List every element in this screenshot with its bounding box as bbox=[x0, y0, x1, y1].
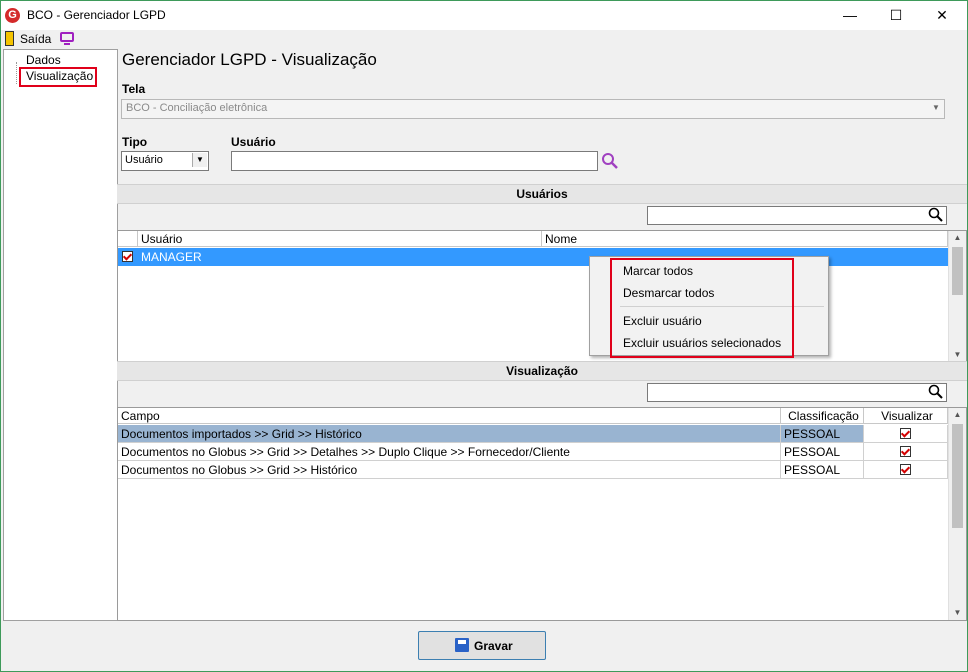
row-campo-cell[interactable]: Documentos no Globus >> Grid >> Detalhes… bbox=[118, 443, 781, 461]
close-button[interactable]: ✕ bbox=[919, 1, 965, 30]
row-checkbox[interactable] bbox=[122, 251, 133, 262]
tree-connector bbox=[16, 62, 18, 84]
row-classificacao-cell[interactable]: PESSOAL bbox=[781, 461, 864, 479]
row-visualizar-cell[interactable] bbox=[864, 461, 948, 479]
tipo-label: Tipo bbox=[122, 135, 148, 149]
scroll-thumb[interactable] bbox=[952, 424, 963, 528]
tipo-select-value: Usuário bbox=[125, 154, 163, 166]
search-icon[interactable] bbox=[601, 152, 619, 170]
search-icon[interactable] bbox=[928, 207, 944, 223]
row-checkbox[interactable] bbox=[900, 464, 911, 475]
usuario-input[interactable] bbox=[231, 151, 598, 171]
view-grid-header-campo[interactable]: Campo bbox=[118, 408, 781, 424]
row-visualizar-cell[interactable] bbox=[864, 443, 948, 461]
users-section-header: Usuários bbox=[117, 184, 967, 204]
tela-select[interactable]: BCO - Conciliação eletrônica ▼ bbox=[121, 99, 945, 119]
exit-door-icon[interactable] bbox=[5, 31, 14, 46]
scroll-up-icon[interactable]: ▲ bbox=[949, 408, 966, 422]
tela-select-value: BCO - Conciliação eletrônica bbox=[126, 102, 268, 114]
view-grid-header-classificacao[interactable]: Classificação bbox=[781, 408, 864, 424]
scroll-thumb[interactable] bbox=[952, 247, 963, 295]
users-grid-header-check bbox=[118, 231, 138, 247]
floppy-disk-icon bbox=[455, 638, 469, 652]
users-grid: Usuário Nome MANAGER ▲ ▼ bbox=[117, 230, 967, 363]
tipo-select[interactable]: Usuário ▼ bbox=[121, 151, 209, 171]
title-bar: G BCO - Gerenciador LGPD — ☐ ✕ bbox=[1, 1, 967, 30]
view-grid: Campo Classificação Visualizar Documento… bbox=[117, 407, 967, 621]
row-usuario-cell[interactable]: MANAGER bbox=[138, 248, 542, 266]
tela-label: Tela bbox=[122, 82, 146, 96]
window-title: BCO - Gerenciador LGPD bbox=[27, 8, 166, 22]
row-checkbox[interactable] bbox=[900, 446, 911, 457]
app-window: G BCO - Gerenciador LGPD — ☐ ✕ Saída Dad… bbox=[0, 0, 968, 672]
exit-button[interactable]: Saída bbox=[20, 32, 51, 46]
search-icon[interactable] bbox=[928, 384, 944, 400]
context-menu-highlight bbox=[610, 258, 794, 358]
view-grid-row[interactable]: Documentos no Globus >> Grid >> Históric… bbox=[118, 461, 948, 479]
view-search-input[interactable] bbox=[647, 383, 947, 402]
monitor-icon[interactable] bbox=[60, 32, 74, 42]
minimize-button[interactable]: — bbox=[827, 1, 873, 30]
view-section-header: Visualização bbox=[117, 361, 967, 381]
row-classificacao-cell[interactable]: PESSOAL bbox=[781, 443, 864, 461]
tree-item-dados[interactable]: Dados bbox=[26, 53, 61, 67]
view-grid-header-visualizar[interactable]: Visualizar bbox=[864, 408, 948, 424]
row-check-cell[interactable] bbox=[118, 248, 138, 266]
scroll-down-icon[interactable]: ▼ bbox=[949, 606, 966, 620]
users-grid-scrollbar[interactable]: ▲ ▼ bbox=[948, 231, 966, 362]
maximize-button[interactable]: ☐ bbox=[873, 1, 919, 30]
chevron-down-icon[interactable]: ▼ bbox=[929, 101, 943, 115]
users-grid-header-usuario[interactable]: Usuário bbox=[138, 231, 542, 247]
users-grid-header-nome[interactable]: Nome bbox=[542, 231, 948, 247]
toolbar: Saída bbox=[1, 30, 967, 48]
usuario-label: Usuário bbox=[231, 135, 276, 149]
row-campo-cell[interactable]: Documentos no Globus >> Grid >> Históric… bbox=[118, 461, 781, 479]
app-logo-icon: G bbox=[5, 8, 20, 23]
view-grid-row[interactable]: Documentos importados >> Grid >> Históri… bbox=[118, 425, 948, 443]
row-classificacao-cell[interactable]: PESSOAL bbox=[781, 425, 864, 443]
view-grid-row[interactable]: Documentos no Globus >> Grid >> Detalhes… bbox=[118, 443, 948, 461]
scroll-down-icon[interactable]: ▼ bbox=[949, 348, 966, 362]
scroll-up-icon[interactable]: ▲ bbox=[949, 231, 966, 245]
row-checkbox[interactable] bbox=[900, 428, 911, 439]
chevron-down-icon[interactable]: ▼ bbox=[192, 153, 207, 167]
save-button-label: Gravar bbox=[474, 639, 513, 653]
navigation-tree: Dados Visualização bbox=[3, 49, 118, 621]
page-title: Gerenciador LGPD - Visualização bbox=[122, 50, 377, 69]
view-grid-scrollbar[interactable]: ▲ ▼ bbox=[948, 408, 966, 620]
users-search-input[interactable] bbox=[647, 206, 947, 225]
save-button[interactable]: Gravar bbox=[418, 631, 546, 660]
row-visualizar-cell[interactable] bbox=[864, 425, 948, 443]
row-campo-cell[interactable]: Documentos importados >> Grid >> Históri… bbox=[118, 425, 781, 443]
monitor-stand-icon bbox=[64, 43, 70, 45]
tree-selection-highlight bbox=[19, 67, 97, 87]
